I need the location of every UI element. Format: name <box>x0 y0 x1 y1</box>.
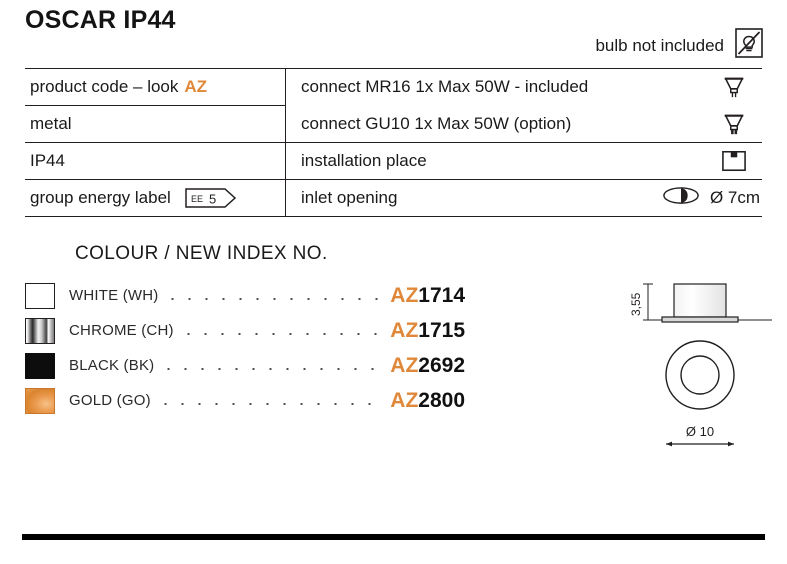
cell-connect-mr16: connect MR16 1x Max 50W - included <box>285 68 706 106</box>
side-view <box>661 283 739 323</box>
table-row: product code – look AZ connect MR16 1x M… <box>25 68 762 106</box>
product-code-label: product code – look <box>30 77 179 96</box>
dot-leader <box>179 324 385 338</box>
mr16-bulb-icon <box>706 69 762 105</box>
dot-leader <box>156 394 385 408</box>
technical-drawing: 3,55 Ø 10 <box>612 272 787 452</box>
cell-gu10-icon <box>706 106 762 143</box>
code-number: 2800 <box>418 388 465 412</box>
list-item: GOLD (GO) AZ2800 <box>25 383 465 418</box>
energy-badge-prefix: EE <box>191 194 203 204</box>
inlet-opening-icon <box>662 186 700 210</box>
list-item: CHROME (CH) AZ1715 <box>25 313 465 348</box>
cell-inlet-value: Ø 7cm <box>663 179 762 217</box>
gu10-bulb-icon <box>706 106 762 142</box>
height-dimension: 3,55 <box>629 283 653 321</box>
code-number: 1714 <box>418 283 465 307</box>
chrome-swatch <box>25 317 55 344</box>
cell-mr16-icon <box>706 68 762 106</box>
cell-installation-icon <box>706 142 762 180</box>
page-title: OSCAR IP44 <box>25 6 176 34</box>
cell-connect-gu10: connect GU10 1x Max 50W (option) <box>286 106 707 143</box>
bulb-not-included-label: bulb not included <box>595 36 724 55</box>
product-code: AZ2800 <box>390 389 465 413</box>
black-swatch <box>25 352 55 379</box>
list-item: WHITE (WH) AZ1714 <box>25 278 465 313</box>
table-row: IP44 installation place <box>25 142 762 180</box>
table-row: metal connect GU10 1x Max 50W (option) <box>25 105 762 143</box>
code-prefix: AZ <box>390 353 419 377</box>
energy-badge-value: 5 <box>209 192 216 207</box>
energy-label-text: group energy label <box>30 188 171 207</box>
specifications-table: product code – look AZ connect MR16 1x M… <box>25 68 762 217</box>
cell-inlet-opening: inlet opening <box>285 179 706 217</box>
cell-material: metal <box>25 105 286 143</box>
dot-leader <box>164 289 385 303</box>
bottom-divider-bar <box>22 534 765 540</box>
cell-ip-rating: IP44 <box>25 142 286 180</box>
colour-name: GOLD (GO) <box>69 392 151 409</box>
inlet-opening-value: Ø 7cm <box>709 188 760 207</box>
code-prefix: AZ <box>390 318 419 342</box>
code-number: 2692 <box>418 353 465 377</box>
gold-swatch <box>25 387 55 414</box>
cell-energy-label: group energy label EE 5 <box>25 179 286 217</box>
installation-place-label: installation place <box>301 151 427 170</box>
diameter-dimension-label: Ø 10 <box>686 424 714 439</box>
product-code: AZ2692 <box>390 354 465 378</box>
product-code: AZ1714 <box>390 284 465 308</box>
code-prefix: AZ <box>390 283 419 307</box>
installation-place-icon <box>706 143 762 179</box>
code-number: 1715 <box>418 318 465 342</box>
colour-name: WHITE (WH) <box>69 287 159 304</box>
diameter-dimension: Ø 10 <box>666 424 734 447</box>
connect-gu10-label: connect GU10 1x Max 50W (option) <box>301 113 572 133</box>
ip-rating-label: IP44 <box>30 151 65 170</box>
material-label: metal <box>30 114 72 133</box>
dot-leader <box>160 359 385 373</box>
list-item: BLACK (BK) AZ2692 <box>25 348 465 383</box>
colour-list: WHITE (WH) AZ1714 CHROME (CH) AZ1715 BLA… <box>25 278 465 418</box>
inlet-opening-label: inlet opening <box>301 188 398 207</box>
white-swatch <box>25 282 55 309</box>
height-dimension-label: 3,55 <box>629 292 643 316</box>
colour-name: CHROME (CH) <box>69 322 174 339</box>
energy-label-badge: EE 5 <box>185 188 237 208</box>
product-code: AZ1715 <box>390 319 465 343</box>
table-row: group energy label EE 5 inlet opening Ø … <box>25 179 762 217</box>
cell-product-code: product code – look AZ <box>25 68 286 106</box>
no-bulb-icon <box>735 28 763 58</box>
product-code-accent: AZ <box>184 77 208 96</box>
cell-installation-place: installation place <box>285 142 706 180</box>
colour-section-heading: COLOUR / NEW INDEX NO. <box>75 243 328 264</box>
colour-name: BLACK (BK) <box>69 357 155 374</box>
connect-mr16-label: connect MR16 1x Max 50W - included <box>301 77 589 97</box>
code-prefix: AZ <box>390 388 419 412</box>
top-view <box>665 340 735 410</box>
